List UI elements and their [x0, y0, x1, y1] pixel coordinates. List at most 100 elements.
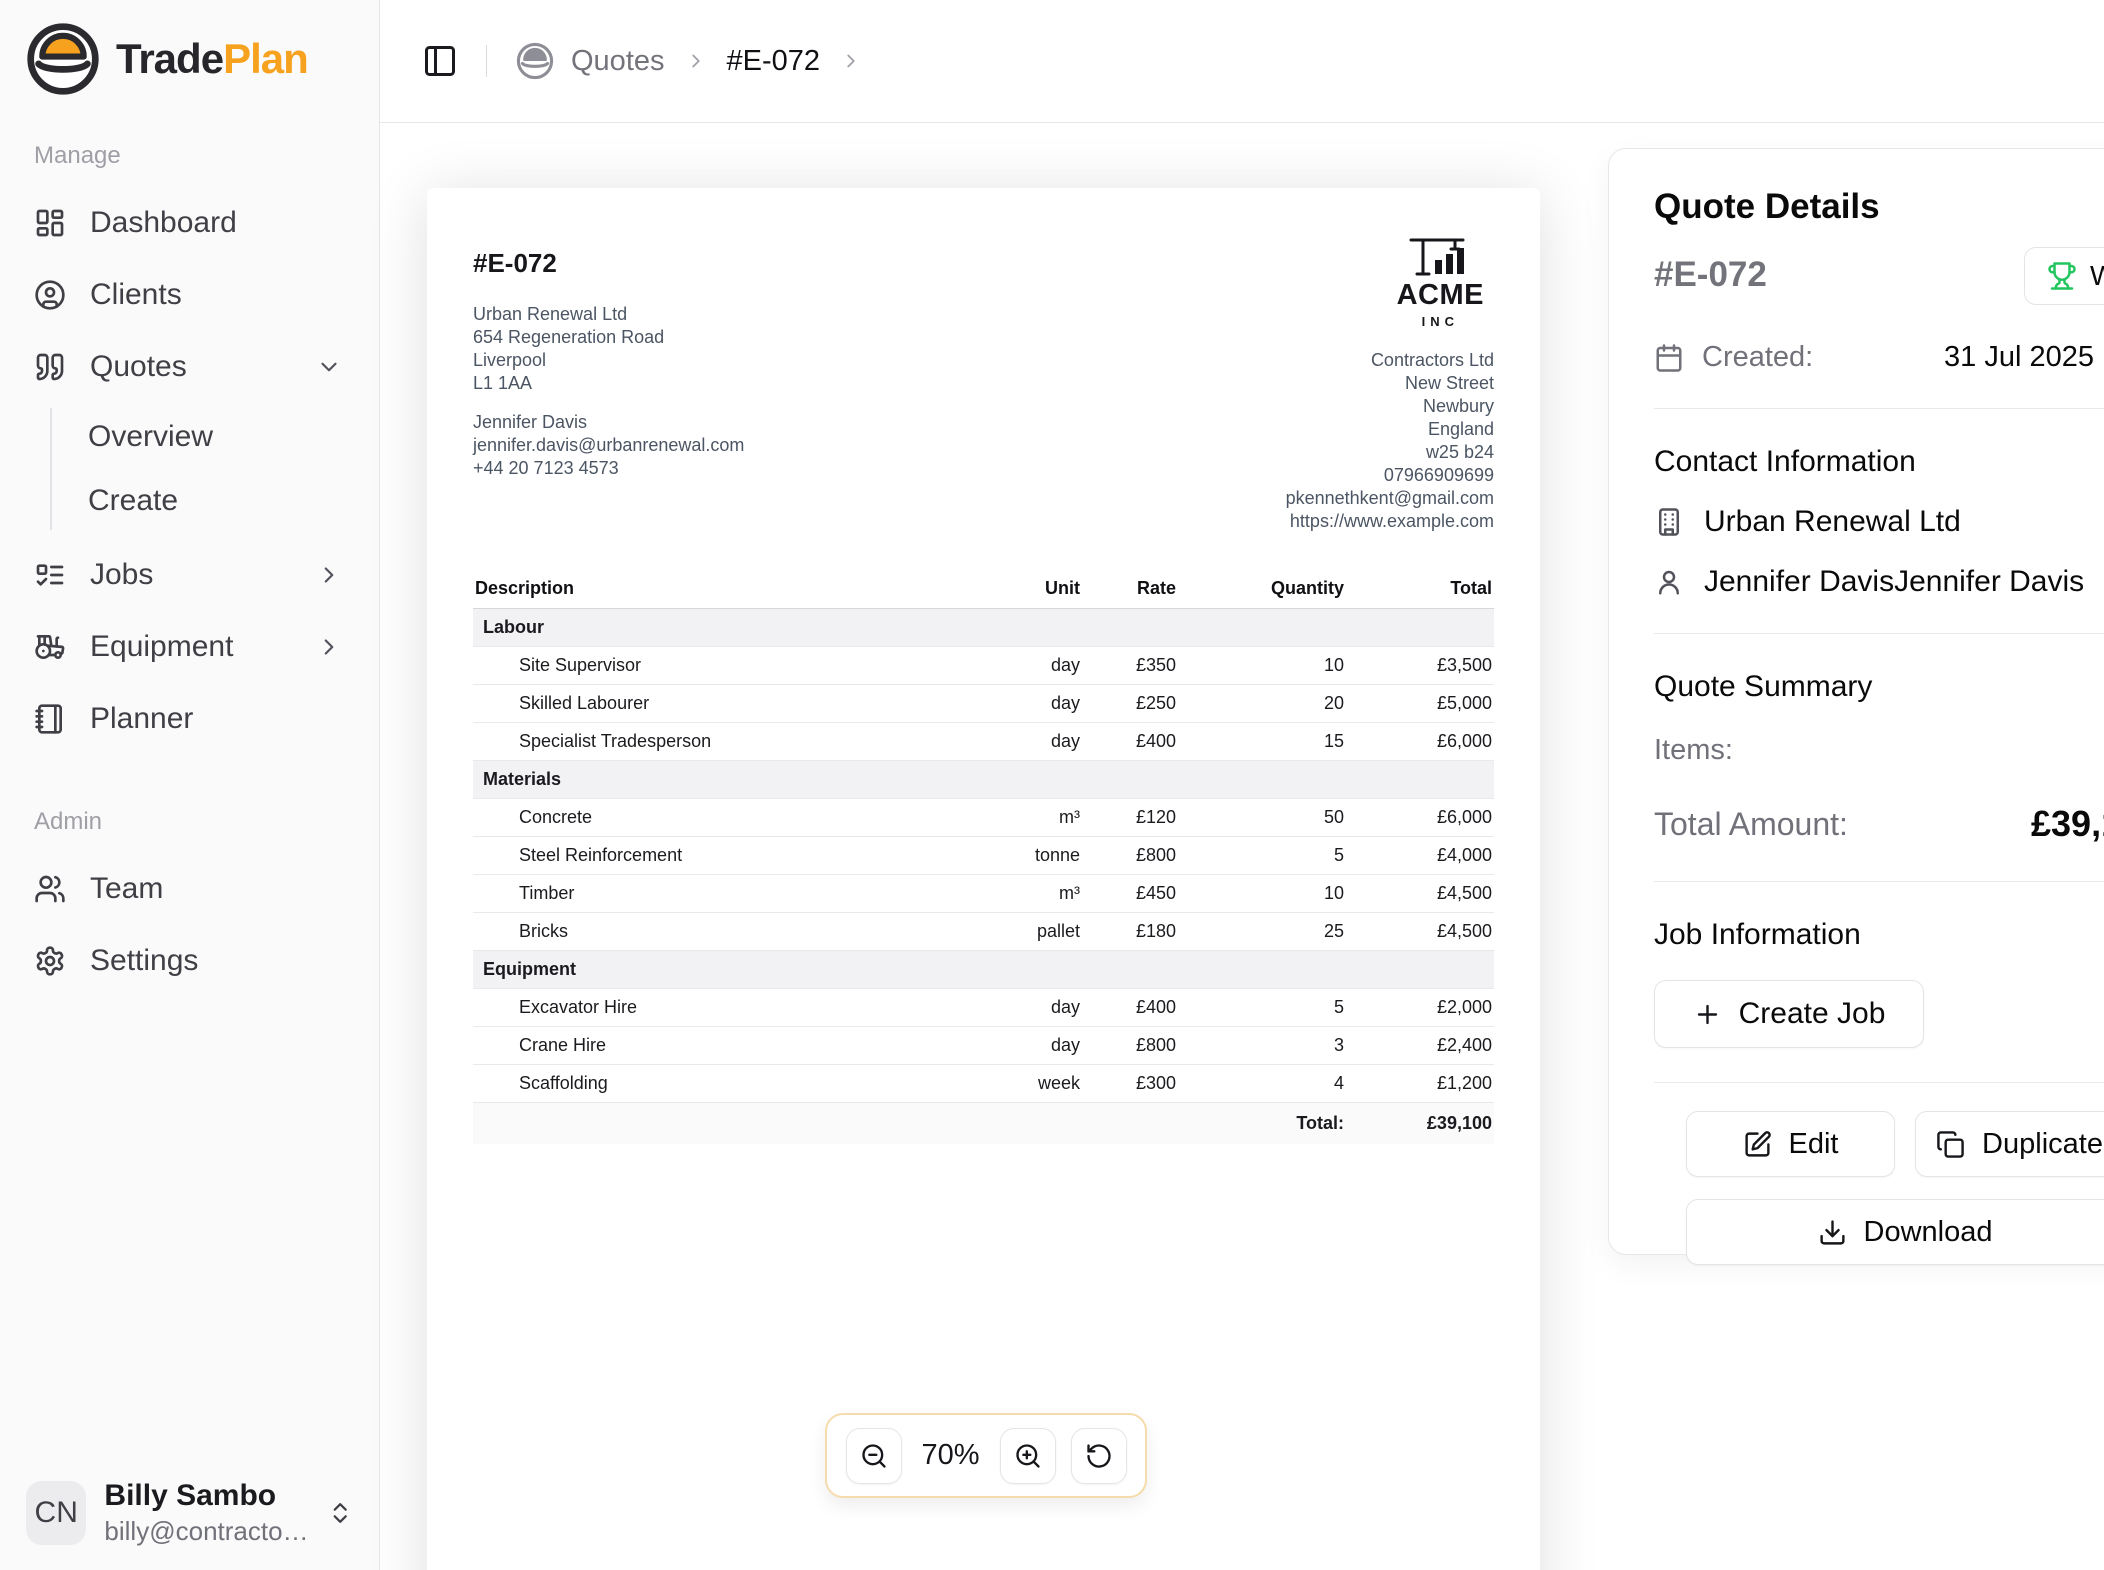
table-row: Steel Reinforcementtonne£8005£4,000 [473, 837, 1494, 875]
sidebar-item-planner[interactable]: Planner [20, 688, 359, 750]
total-amount-label: Total Amount: [1654, 806, 1848, 842]
plus-icon [1693, 1000, 1722, 1029]
col-total: Total [1346, 569, 1494, 609]
col-rate: Rate [1082, 569, 1178, 609]
quotes-submenu: Overview Create [50, 408, 359, 530]
client-block: #E-072 Urban Renewal Ltd654 Regeneration… [473, 234, 744, 533]
sidebar-item-settings[interactable]: Settings [20, 930, 359, 992]
contact-name: Jennifer DavisJennifer Davis [1704, 565, 2084, 599]
quote-document-preview: #E-072 Urban Renewal Ltd654 Regeneration… [427, 188, 1540, 1570]
edit-button[interactable]: Edit [1686, 1111, 1895, 1177]
sidebar-item-dashboard[interactable]: Dashboard [20, 192, 359, 254]
app-root: TradePlan Manage Dashboard Clients Quote… [0, 0, 2104, 1570]
company-logo-text: ACME [1397, 279, 1484, 312]
items-label: Items: [1654, 734, 2104, 767]
notebook-icon [34, 703, 66, 735]
zoom-in-icon [1014, 1442, 1042, 1470]
edit-label: Edit [1789, 1128, 1839, 1161]
quote-summary-title: Quote Summary [1654, 670, 2104, 704]
zoom-out-icon [860, 1442, 888, 1470]
section-row-equipment: Equipment [473, 951, 1494, 989]
panel-quote-number: #E-072 [1654, 255, 1767, 294]
user-circle-icon [34, 279, 66, 311]
brand-logo[interactable]: TradePlan [0, 0, 379, 98]
sidebar-item-quotes[interactable]: Quotes [20, 336, 359, 398]
action-buttons: Edit Duplicate [1686, 1111, 2104, 1177]
zoom-toolbar: 70% [825, 1413, 1147, 1498]
sidebar: TradePlan Manage Dashboard Clients Quote… [0, 0, 380, 1570]
sidebar-item-label: Jobs [90, 558, 153, 592]
contact-info-title: Contact Information [1654, 445, 2104, 479]
table-header-row: Description Unit Rate Quantity Total [473, 569, 1494, 609]
create-job-label: Create Job [1739, 997, 1886, 1031]
contact-company-row: Urban Renewal Ltd [1654, 505, 2104, 539]
brand-name: TradePlan [116, 35, 308, 83]
contact-company: Urban Renewal Ltd [1704, 505, 1961, 539]
sidebar-item-label: Settings [90, 944, 198, 978]
table-row: Brickspallet£18025£4,500 [473, 913, 1494, 951]
zoom-in-button[interactable] [1000, 1428, 1056, 1484]
sidebar-item-label: Equipment [90, 630, 233, 664]
sidebar-item-quotes-create[interactable]: Create [88, 472, 359, 530]
table-row: Timberm³£45010£4,500 [473, 875, 1494, 913]
user-menu[interactable]: CN Billy Sambo billy@contracto… [14, 1470, 365, 1556]
building-icon [1654, 507, 1684, 537]
quote-icon [34, 351, 66, 383]
divider [1654, 881, 2104, 882]
create-job-button[interactable]: Create Job [1654, 980, 1924, 1048]
created-label: Created: [1702, 341, 1813, 374]
contact-person-row: Jennifer DavisJennifer Davis [1654, 565, 2104, 599]
sidebar-item-label: Team [90, 872, 163, 906]
table-row: Excavator Hireday£4005£2,000 [473, 989, 1494, 1027]
duplicate-label: Duplicate [1982, 1128, 2103, 1161]
user-name: Billy Sambo [104, 1479, 308, 1513]
copy-icon [1936, 1130, 1965, 1159]
sidebar-item-jobs[interactable]: Jobs [20, 544, 359, 606]
table-row: Specialist Tradespersonday£40015£6,000 [473, 723, 1494, 761]
total-amount-value: £39,100 [2031, 801, 2104, 847]
sidebar-toggle-icon[interactable] [422, 43, 458, 79]
download-button[interactable]: Download [1686, 1199, 2104, 1265]
created-value: 31 Jul 2025 1 [1944, 341, 2104, 374]
quote-items-table: Description Unit Rate Quantity Total Lab… [473, 569, 1494, 1144]
duplicate-button[interactable]: Duplicate [1915, 1111, 2104, 1177]
user-icon [1654, 567, 1684, 597]
section-row-materials: Materials [473, 761, 1494, 799]
nav-group-admin: Admin [20, 808, 359, 836]
company-logo-subtext: INC [1422, 314, 1459, 329]
download-icon [1818, 1218, 1847, 1247]
dashboard-icon [34, 207, 66, 239]
breadcrumb-current: #E-072 [727, 45, 821, 78]
col-quantity: Quantity [1178, 569, 1346, 609]
table-row: Crane Hireday£8003£2,400 [473, 1027, 1494, 1065]
breadcrumb-quotes[interactable]: Quotes [571, 45, 665, 78]
sidebar-item-label: Planner [90, 702, 193, 736]
sidebar-item-clients[interactable]: Clients [20, 264, 359, 326]
tractor-icon [34, 631, 66, 663]
sidebar-item-label: Quotes [90, 350, 187, 384]
status-badge-label: Won [2090, 260, 2104, 292]
avatar: CN [26, 1481, 86, 1545]
zoom-reset-button[interactable] [1071, 1428, 1127, 1484]
job-info-title: Job Information [1654, 918, 2104, 952]
divider [1654, 408, 2104, 409]
helmet-icon [515, 41, 555, 81]
divider [1654, 633, 2104, 634]
calendar-icon [1654, 343, 1684, 373]
sidebar-item-quotes-overview[interactable]: Overview [88, 408, 359, 466]
sidebar-nav: Manage Dashboard Clients Quotes Overview… [0, 98, 379, 992]
chevron-right-icon [313, 562, 345, 588]
zoom-out-button[interactable] [846, 1428, 902, 1484]
sidebar-item-equipment[interactable]: Equipment [20, 616, 359, 678]
created-row: Created: 31 Jul 2025 1 [1654, 341, 2104, 374]
status-badge: Won [2024, 247, 2104, 305]
table-row: Skilled Labourerday£25020£5,000 [473, 685, 1494, 723]
user-meta: Billy Sambo billy@contracto… [104, 1479, 308, 1547]
trophy-icon [2047, 261, 2077, 291]
section-row-labour: Labour [473, 609, 1494, 647]
client-contact: Jennifer Davis jennifer.davis@urbanrenew… [473, 411, 744, 480]
total-value: £39,100 [1346, 1103, 1494, 1145]
sidebar-item-team[interactable]: Team [20, 858, 359, 920]
chevron-right-icon [313, 634, 345, 660]
chevron-down-icon [313, 354, 345, 380]
